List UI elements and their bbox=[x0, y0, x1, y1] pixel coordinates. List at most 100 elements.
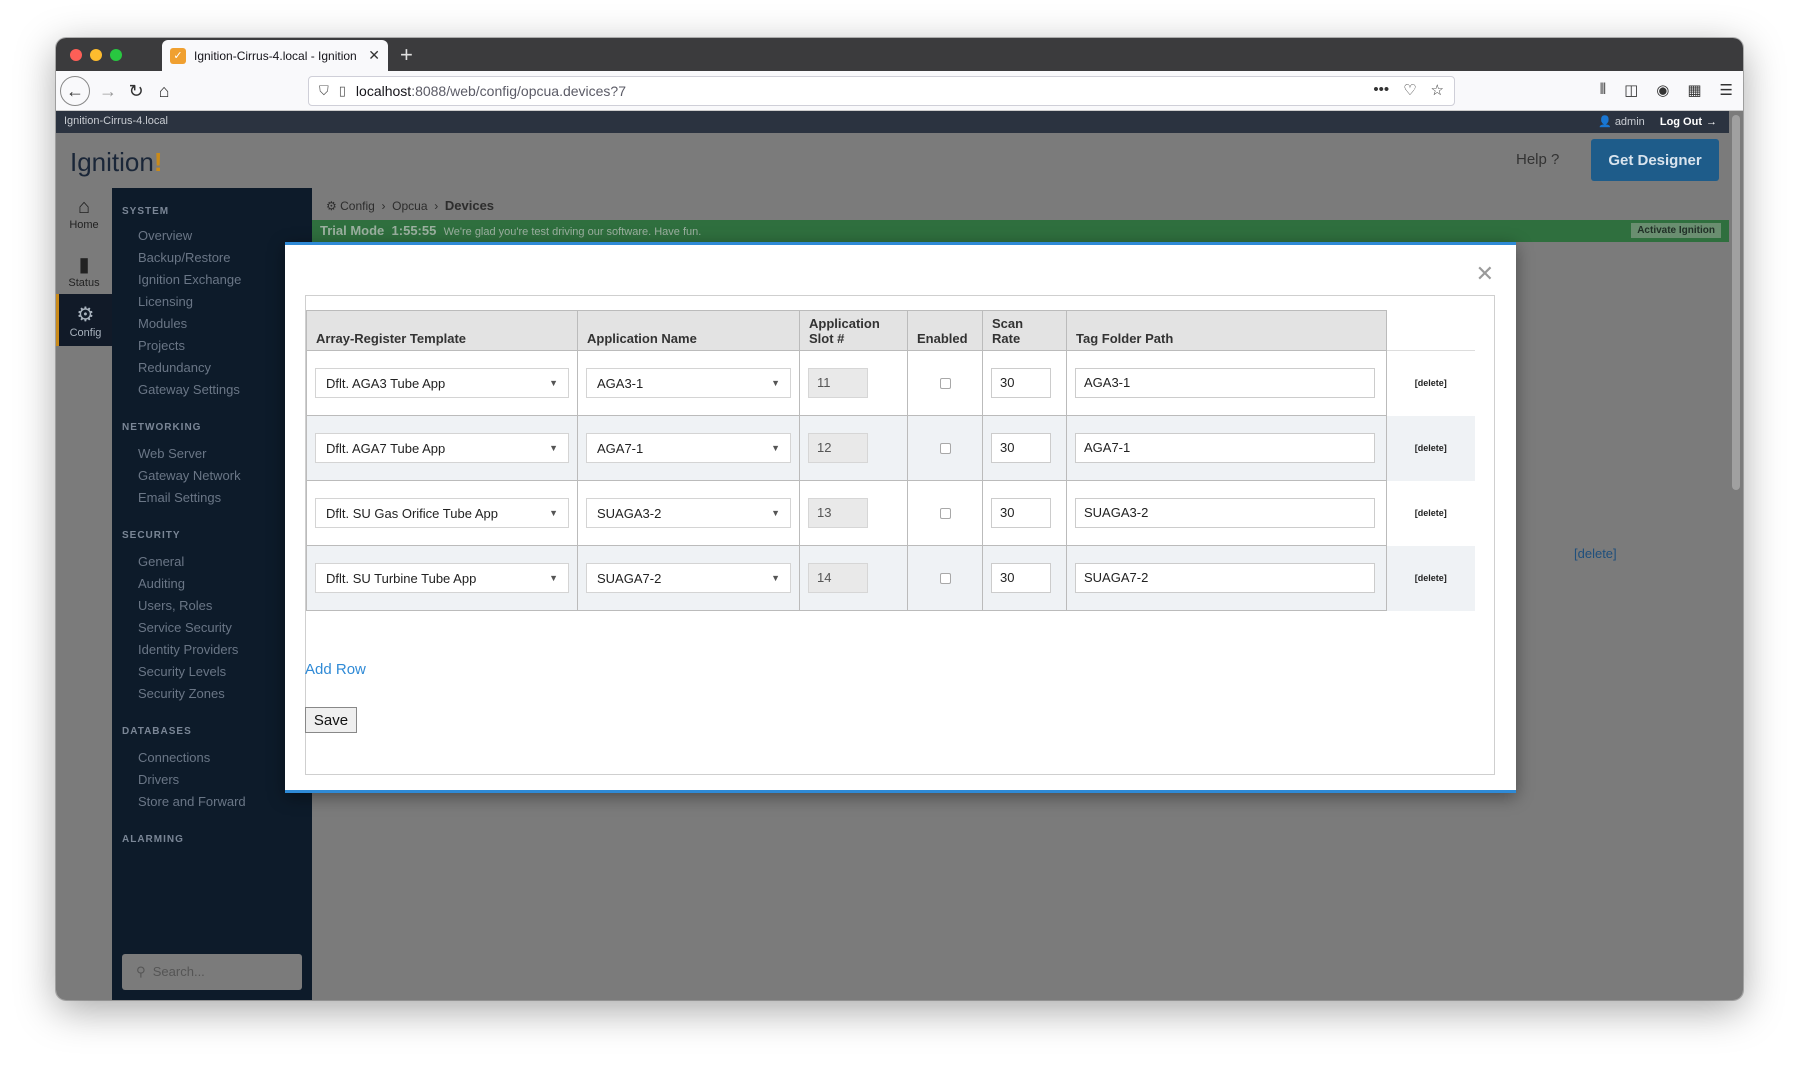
dropdown-arrow-icon: ▼ bbox=[771, 443, 780, 453]
extensions-icon[interactable]: ▦ bbox=[1687, 81, 1701, 99]
add-row-link[interactable]: Add Row bbox=[305, 661, 366, 678]
rail-item-home[interactable]: ⌂ Home bbox=[56, 188, 112, 240]
slot-field: 12 bbox=[808, 433, 868, 463]
delete-row-link[interactable]: [delete] bbox=[1415, 508, 1447, 518]
enabled-checkbox[interactable] bbox=[939, 442, 951, 454]
sidebar-item-web-server[interactable]: Web Server bbox=[138, 446, 206, 461]
user-name[interactable]: admin bbox=[1615, 116, 1645, 128]
close-icon[interactable]: ✕ bbox=[1476, 261, 1494, 287]
sidebar-item-redundancy[interactable]: Redundancy bbox=[138, 360, 211, 375]
delete-row-link[interactable]: [delete] bbox=[1415, 378, 1447, 388]
minimize-window-button[interactable] bbox=[90, 49, 102, 61]
sidebar-item-ignition-exchange[interactable]: Ignition Exchange bbox=[138, 272, 241, 287]
app-name-select[interactable]: SUAGA3-2 ▼ bbox=[586, 498, 791, 528]
sidebar-item-email-settings[interactable]: Email Settings bbox=[138, 490, 221, 505]
account-icon[interactable]: ◉ bbox=[1656, 81, 1669, 99]
delete-row-link[interactable]: [delete] bbox=[1415, 573, 1447, 583]
sidebar-item-overview[interactable]: Overview bbox=[138, 228, 192, 243]
header-actions bbox=[1386, 310, 1475, 351]
rail-item-status[interactable]: ▮ Status bbox=[56, 244, 112, 296]
help-icon: ? bbox=[1551, 151, 1560, 168]
breadcrumb-config[interactable]: Config bbox=[340, 199, 375, 213]
gateway-strip: Ignition-Cirrus-4.local 👤 admin Log Out → bbox=[56, 111, 1743, 133]
logout-arrow-icon: → bbox=[1706, 116, 1717, 128]
section-title-networking: NETWORKING bbox=[122, 422, 202, 433]
scan-rate-input[interactable]: 30 bbox=[991, 433, 1051, 463]
page-icon: ▯ bbox=[338, 83, 346, 98]
maximize-window-button[interactable] bbox=[110, 49, 122, 61]
more-actions-icon[interactable]: ••• bbox=[1373, 81, 1389, 99]
sidebar-item-service-security[interactable]: Service Security bbox=[138, 620, 232, 635]
sidebar-item-store-and-forward[interactable]: Store and Forward bbox=[138, 794, 246, 809]
help-link[interactable]: Help ? bbox=[1516, 151, 1559, 168]
tab-close-icon[interactable]: ✕ bbox=[368, 47, 380, 64]
enabled-checkbox[interactable] bbox=[939, 507, 951, 519]
sidebar-item-auditing[interactable]: Auditing bbox=[138, 576, 185, 591]
delete-row-link[interactable]: [delete] bbox=[1415, 443, 1447, 453]
pocket-icon[interactable]: ♡ bbox=[1403, 81, 1416, 99]
url-host: localhost bbox=[355, 83, 412, 99]
chevron-right-icon: › bbox=[430, 199, 442, 213]
header-tag-path: Tag Folder Path bbox=[1066, 310, 1387, 351]
scan-rate-input[interactable]: 30 bbox=[991, 563, 1051, 593]
bookmark-star-icon[interactable]: ☆ bbox=[1431, 81, 1444, 99]
home-icon[interactable]: ⌂ bbox=[150, 77, 178, 105]
gear-icon: ⚙ bbox=[76, 304, 95, 326]
sidebar-item-connections[interactable]: Connections bbox=[138, 750, 210, 765]
breadcrumb-opcua[interactable]: Opcua bbox=[392, 199, 427, 213]
sidebar-item-users-roles[interactable]: Users, Roles bbox=[138, 598, 212, 613]
tag-path-input[interactable]: AGA7-1 bbox=[1075, 433, 1375, 463]
title-bar: ✓ Ignition-Cirrus-4.local - Ignition ✕ + bbox=[56, 38, 1743, 71]
trial-message: We're glad you're test driving our softw… bbox=[443, 226, 702, 238]
config-sidebar: SYSTEM Overview Backup/Restore Ignition … bbox=[112, 188, 312, 1000]
sidebar-item-modules[interactable]: Modules bbox=[138, 316, 187, 331]
new-tab-icon[interactable]: + bbox=[400, 42, 413, 68]
app-name-select[interactable]: AGA7-1 ▼ bbox=[586, 433, 791, 463]
sidebar-toggle-icon[interactable]: ◫ bbox=[1624, 81, 1638, 99]
tag-path-input[interactable]: SUAGA7-2 bbox=[1075, 563, 1375, 593]
enabled-checkbox[interactable] bbox=[939, 377, 951, 389]
scrollbar-thumb[interactable] bbox=[1732, 115, 1740, 490]
rail-item-config[interactable]: ⚙ Config bbox=[56, 294, 112, 346]
search-icon: ⚲ bbox=[136, 964, 146, 979]
logout-link[interactable]: Log Out bbox=[1660, 116, 1702, 128]
ignition-logo[interactable]: Ignition! bbox=[70, 147, 163, 178]
page-scrollbar[interactable] bbox=[1729, 111, 1743, 1000]
sidebar-item-security-zones[interactable]: Security Zones bbox=[138, 686, 225, 701]
sidebar-item-general[interactable]: General bbox=[138, 554, 184, 569]
app-name-select[interactable]: AGA3-1 ▼ bbox=[586, 368, 791, 398]
enabled-checkbox[interactable] bbox=[939, 572, 951, 584]
dropdown-arrow-icon: ▼ bbox=[771, 378, 780, 388]
tag-path-input[interactable]: SUAGA3-2 bbox=[1075, 498, 1375, 528]
browser-tab[interactable]: ✓ Ignition-Cirrus-4.local - Ignition ✕ bbox=[162, 40, 388, 71]
sidebar-item-security-levels[interactable]: Security Levels bbox=[138, 664, 226, 679]
forward-arrow-icon[interactable]: → bbox=[94, 77, 122, 105]
sidebar-item-licensing[interactable]: Licensing bbox=[138, 294, 193, 309]
app-name-select[interactable]: SUAGA7-2 ▼ bbox=[586, 563, 791, 593]
sidebar-item-gateway-settings[interactable]: Gateway Settings bbox=[138, 382, 240, 397]
back-arrow-icon[interactable]: ← bbox=[60, 76, 90, 106]
background-delete-link[interactable]: [delete] bbox=[1574, 546, 1617, 561]
menu-icon[interactable]: ☰ bbox=[1720, 81, 1733, 99]
close-window-button[interactable] bbox=[70, 49, 82, 61]
trial-banner: Trial Mode 1:55:55 We're glad you're tes… bbox=[312, 220, 1729, 242]
library-icon[interactable]: ⫴ bbox=[1600, 81, 1606, 99]
sidebar-search-input[interactable]: ⚲ Search... bbox=[122, 954, 302, 990]
sidebar-item-projects[interactable]: Projects bbox=[138, 338, 185, 353]
activate-ignition-button[interactable]: Activate Ignition bbox=[1631, 223, 1721, 238]
sidebar-item-backup-restore[interactable]: Backup/Restore bbox=[138, 250, 231, 265]
url-bar[interactable]: ⛉ ▯ localhost:8088/web/config/opcua.devi… bbox=[308, 76, 1455, 106]
tag-path-input[interactable]: AGA3-1 bbox=[1075, 368, 1375, 398]
scan-rate-input[interactable]: 30 bbox=[991, 498, 1051, 528]
browser-window: ✓ Ignition-Cirrus-4.local - Ignition ✕ +… bbox=[56, 38, 1743, 1000]
sidebar-item-identity-providers[interactable]: Identity Providers bbox=[138, 642, 238, 657]
get-designer-button[interactable]: Get Designer bbox=[1591, 139, 1719, 181]
url-path: :8088/web/config/opcua.devices?7 bbox=[411, 83, 627, 99]
header-app-name: Application Name bbox=[577, 310, 800, 351]
sidebar-item-gateway-network[interactable]: Gateway Network bbox=[138, 468, 241, 483]
save-button[interactable]: Save bbox=[305, 707, 357, 733]
scan-rate-input[interactable]: 30 bbox=[991, 368, 1051, 398]
reload-icon[interactable]: ↻ bbox=[122, 77, 150, 105]
bar-chart-icon: ▮ bbox=[78, 254, 90, 276]
sidebar-item-drivers[interactable]: Drivers bbox=[138, 772, 179, 787]
